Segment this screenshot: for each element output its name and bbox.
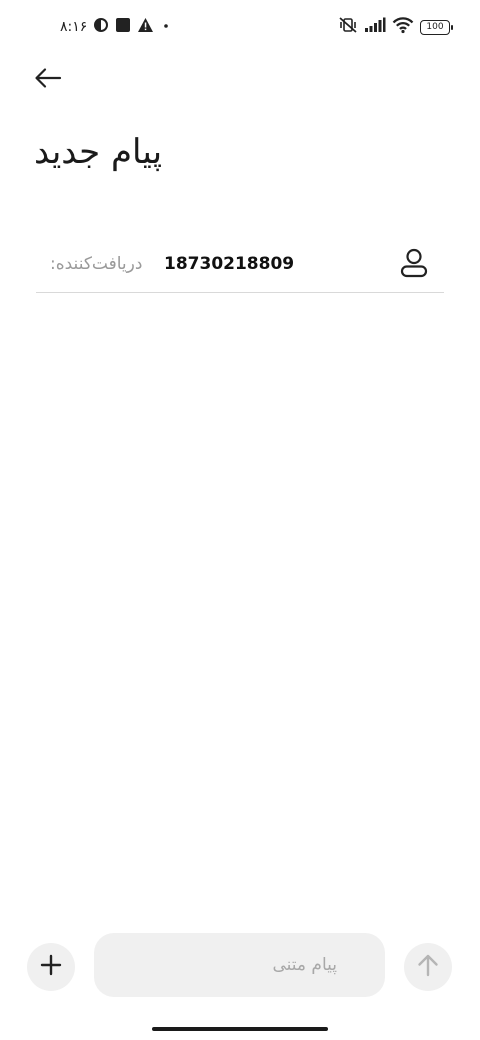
status-bar: ۸:۱۶ 100 xyxy=(0,0,480,56)
home-indicator[interactable] xyxy=(152,1027,328,1031)
recipient-label: دریافت‌کننده: xyxy=(50,254,143,274)
recipient-field[interactable]: دریافت‌کننده: 18730218809 xyxy=(36,236,444,293)
status-time: ۸:۱۶ xyxy=(60,19,88,35)
signal-icon xyxy=(364,17,386,37)
vibrate-mute-icon xyxy=(338,16,358,38)
dot-icon xyxy=(160,17,172,37)
contact-picker-button[interactable] xyxy=(398,248,430,282)
arrow-up-icon xyxy=(417,953,439,981)
message-placeholder: پیام متنی xyxy=(272,955,337,975)
attach-button[interactable] xyxy=(27,943,75,991)
status-right-group: 100 xyxy=(338,15,453,39)
page-title: پیام جدید xyxy=(34,132,163,172)
send-button[interactable] xyxy=(404,943,452,991)
person-icon xyxy=(400,248,428,282)
recipient-number[interactable]: 18730218809 xyxy=(164,252,294,276)
message-input[interactable]: پیام متنی xyxy=(94,933,385,997)
square-notification-icon xyxy=(115,17,131,37)
warning-icon xyxy=(137,17,154,37)
arrow-left-icon xyxy=(34,67,62,93)
plus-icon xyxy=(40,954,62,980)
battery-icon: 100 xyxy=(420,19,453,35)
back-button[interactable] xyxy=(28,62,68,98)
status-left-group: ۸:۱۶ xyxy=(60,16,172,38)
app-notification-icon xyxy=(93,17,109,37)
wifi-icon xyxy=(392,16,414,38)
